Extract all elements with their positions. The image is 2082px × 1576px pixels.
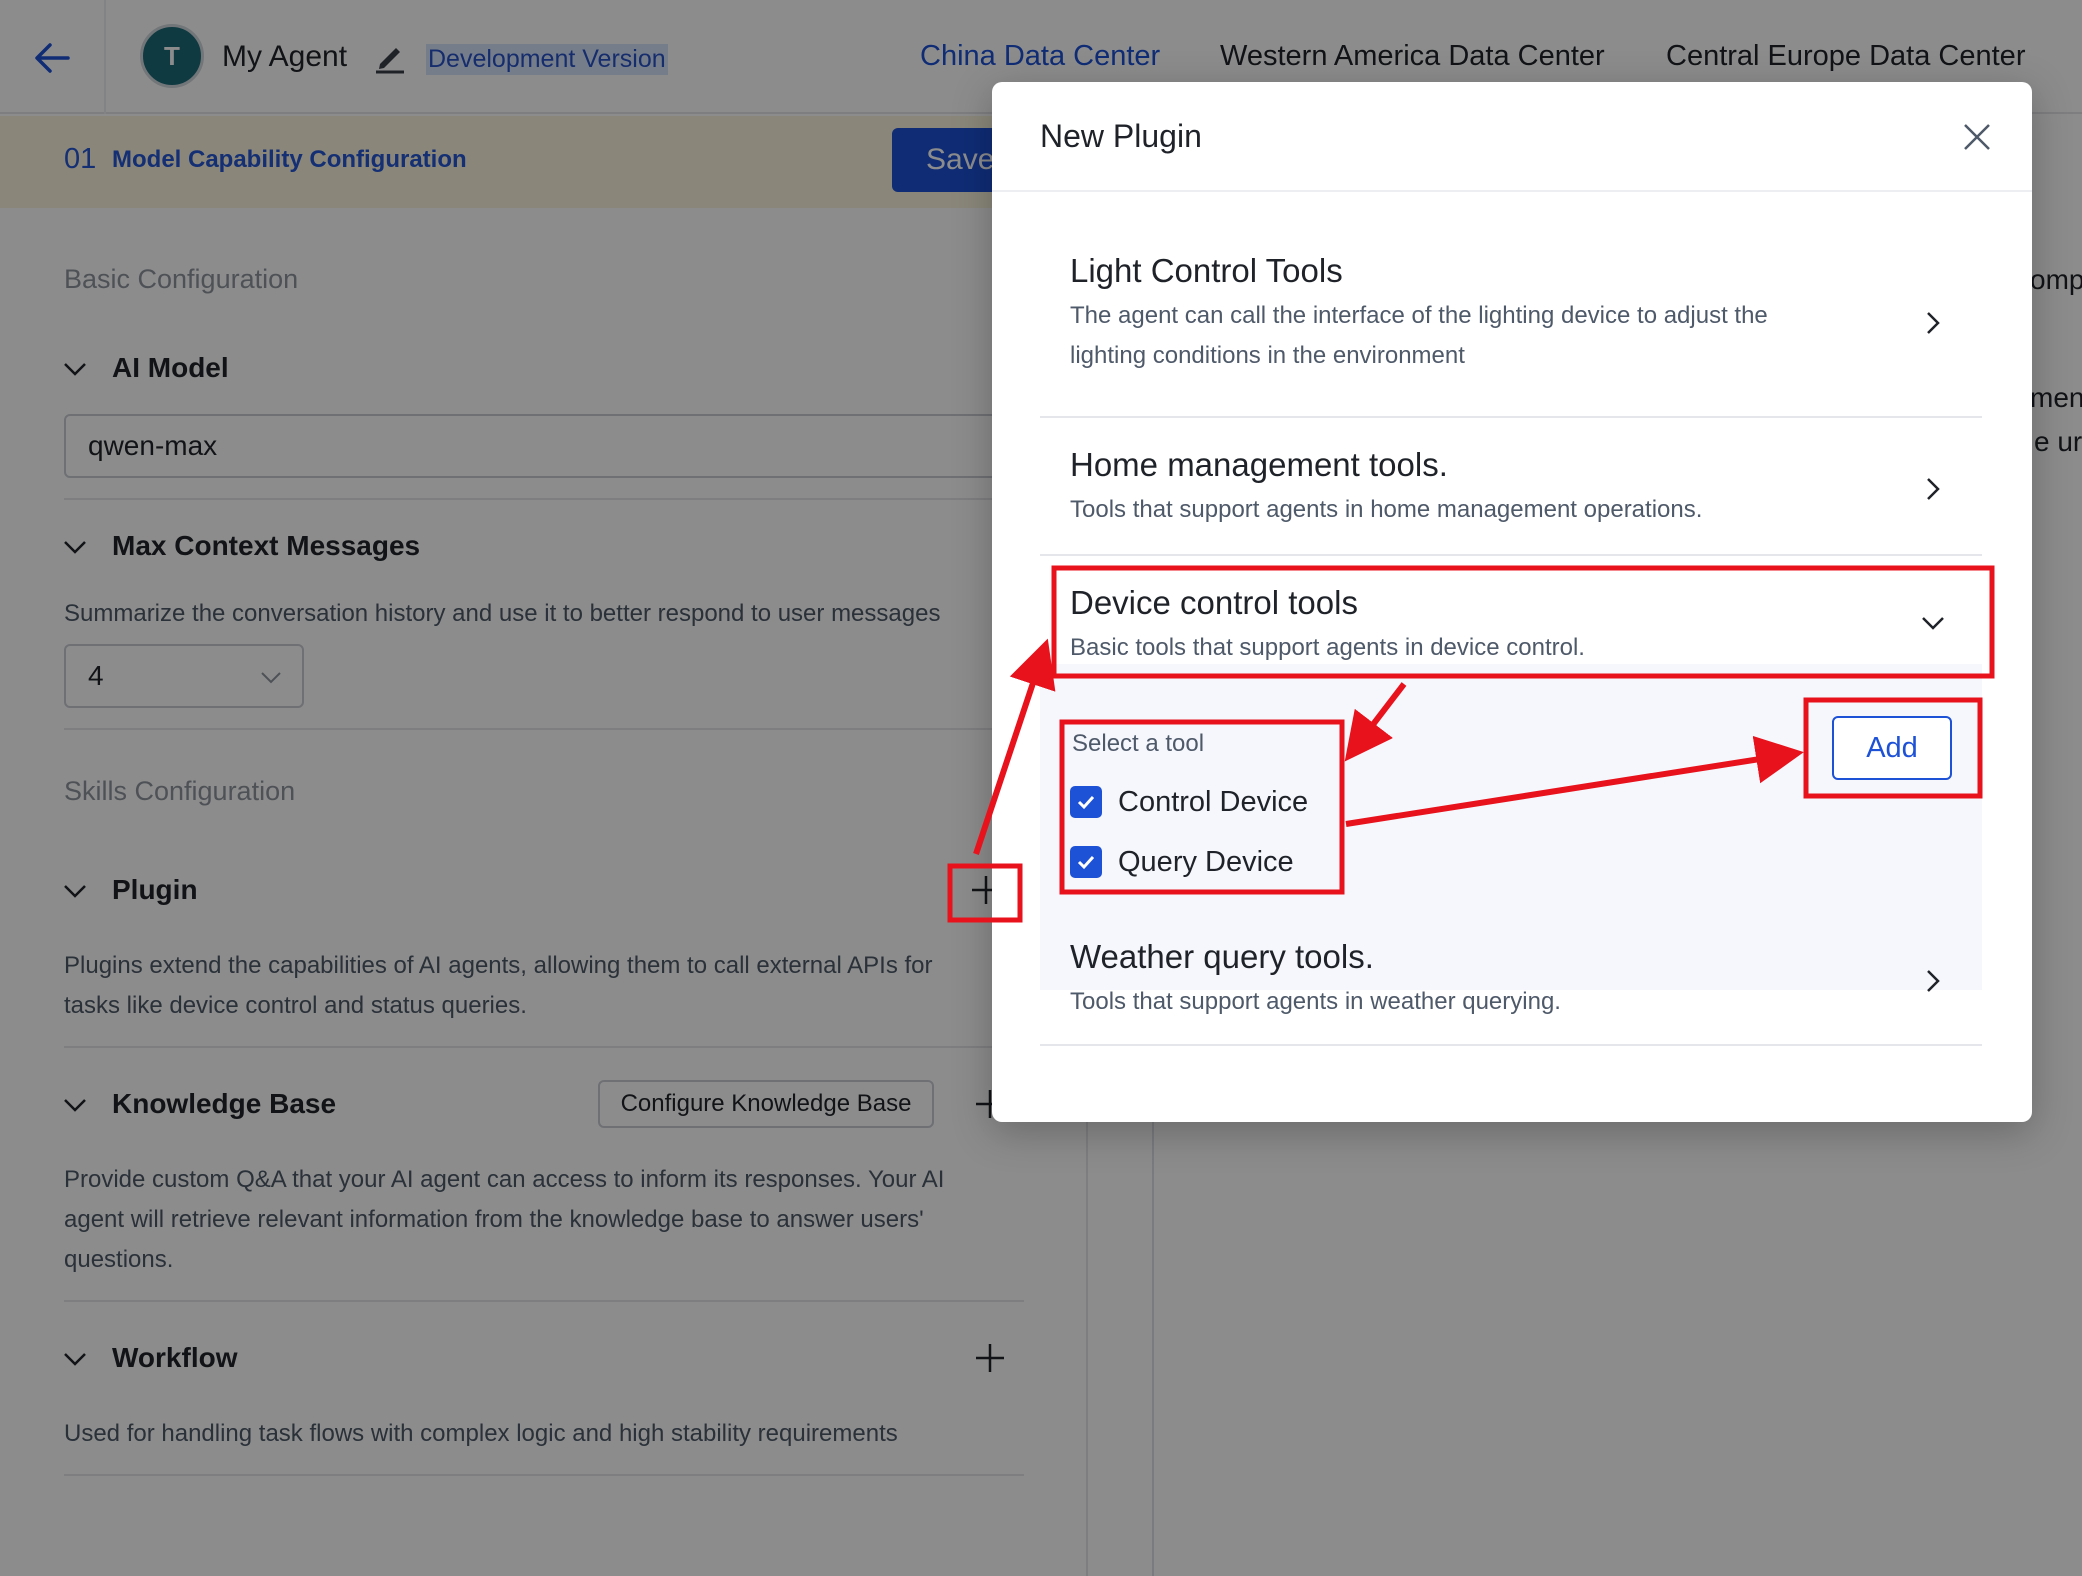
tool-checkbox-control-device[interactable]: Control Device [1070, 782, 1308, 822]
plugin-name: Weather query tools. [1070, 938, 1374, 975]
plugin-item-light-control[interactable]: Light Control Tools The agent can call t… [1040, 252, 1982, 412]
plugin-item-home-management[interactable]: Home management tools. Tools that suppor… [1040, 446, 1982, 546]
modal-header-divider [992, 190, 2032, 192]
check-icon [1077, 855, 1095, 870]
plugin-name: Light Control Tools [1070, 252, 1343, 289]
plugin-name: Device control tools [1070, 584, 1358, 621]
check-icon [1077, 795, 1095, 810]
plugin-item-weather-query[interactable]: Weather query tools. Tools that support … [1040, 938, 1982, 1038]
chevron-right-icon [1927, 312, 1940, 334]
plugin-description-line-1: The agent can call the interface of the … [1070, 302, 1768, 329]
modal-title: New Plugin [1040, 118, 1202, 154]
new-plugin-modal: New Plugin Light Control Tools The agent… [992, 82, 2032, 1122]
chevron-right-icon [1927, 970, 1940, 992]
divider [1040, 554, 1982, 556]
plugin-description-line-1: Tools that support agents in home manage… [1070, 496, 1703, 523]
tool-label: Control Device [1118, 785, 1309, 818]
chevron-down-icon [1922, 617, 1944, 630]
tool-label: Query Device [1118, 845, 1294, 878]
add-button[interactable]: Add [1832, 716, 1952, 780]
plugin-item-device-control[interactable]: Device control tools Basic tools that su… [1040, 584, 1982, 664]
plugin-description-line-2: lighting conditions in the environment [1070, 342, 1465, 369]
close-icon[interactable] [1960, 120, 1994, 154]
plugin-name: Home management tools. [1070, 446, 1448, 483]
checkbox-checked[interactable] [1070, 786, 1102, 818]
select-tool-label: Select a tool [1072, 730, 1205, 757]
plugin-description-line-1: Basic tools that support agents in devic… [1070, 634, 1585, 661]
chevron-right-icon [1927, 478, 1940, 500]
checkbox-checked[interactable] [1070, 846, 1102, 878]
tool-checkbox-query-device[interactable]: Query Device [1070, 842, 1294, 882]
plugin-description-line-1: Tools that support agents in weather que… [1070, 988, 1561, 1015]
divider [1040, 1044, 1982, 1046]
divider [1040, 416, 1982, 418]
